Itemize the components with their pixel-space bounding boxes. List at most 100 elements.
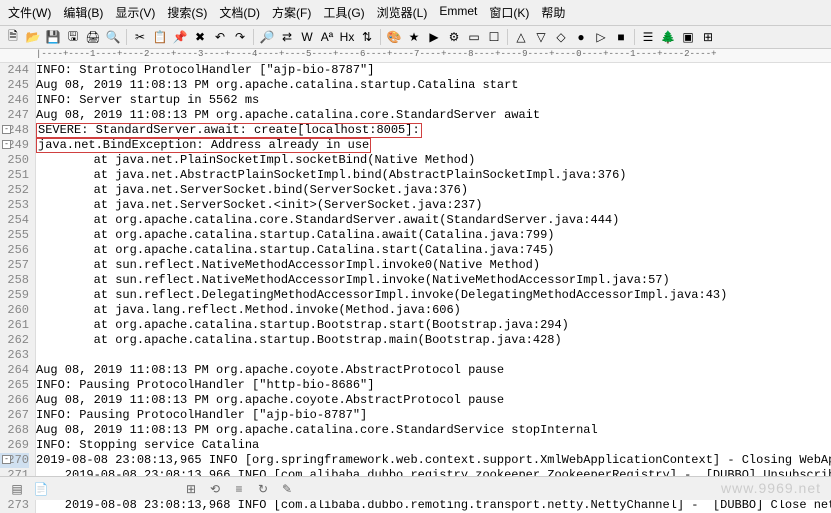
compare-icon[interactable]: ⇅ (358, 28, 376, 46)
line-number: 254 (0, 213, 29, 228)
tree-icon[interactable]: 🌲 (659, 28, 677, 46)
word-icon[interactable]: W (298, 28, 316, 46)
status-bar: ▤ 📄 ⊞ ⟲ ≡ ↻ ✎ (0, 476, 831, 500)
stop-icon[interactable]: ■ (612, 28, 630, 46)
code-line[interactable]: at sun.reflect.NativeMethodAccessorImpl.… (36, 273, 831, 288)
line-number: 257 (0, 258, 29, 273)
print-icon[interactable]: 🖨 (84, 28, 102, 46)
open-icon[interactable]: 📂 (24, 28, 42, 46)
line-number: 244 (0, 63, 29, 78)
menu-project[interactable]: 方案(F) (268, 2, 315, 23)
code-line[interactable]: at java.lang.reflect.Method.invoke(Metho… (36, 303, 831, 318)
line-number: 268 (0, 423, 29, 438)
status-file-icon[interactable]: ▤ (8, 480, 26, 498)
line-number: 251 (0, 168, 29, 183)
menu-docs[interactable]: 文档(D) (215, 2, 264, 23)
status-refresh-icon[interactable]: ↻ (254, 480, 272, 498)
code-line[interactable]: Aug 08, 2019 11:08:13 PM org.apache.cata… (36, 423, 831, 438)
fold-toggle[interactable]: - (2, 140, 11, 149)
saveall-icon[interactable]: 🖫 (64, 28, 82, 46)
code-content[interactable]: INFO: Starting ProtocolHandler ["ajp-bio… (36, 63, 831, 513)
paste-icon[interactable]: 📌 (171, 28, 189, 46)
code-line[interactable]: at java.net.ServerSocket.<init>(ServerSo… (36, 198, 831, 213)
fold-toggle[interactable]: - (2, 125, 11, 134)
preview-icon[interactable]: 🔍 (104, 28, 122, 46)
text-icon[interactable]: Aª (318, 28, 336, 46)
code-line[interactable]: INFO: Pausing ProtocolHandler ["http-bio… (36, 378, 831, 393)
line-number: 249- (0, 138, 29, 153)
code-line[interactable]: at java.net.AbstractPlainSocketImpl.bind… (36, 168, 831, 183)
menu-file[interactable]: 文件(W) (4, 2, 55, 23)
status-pen-icon[interactable]: ✎ (278, 480, 296, 498)
toggle-icon[interactable]: ☐ (485, 28, 503, 46)
code-line[interactable]: java.net.BindException: Address already … (36, 138, 831, 153)
editor-area[interactable]: 244245246247248-249-25025125225325425525… (0, 63, 831, 513)
list-icon[interactable]: ☰ (639, 28, 657, 46)
build-icon[interactable]: ⚙ (445, 28, 463, 46)
menu-search[interactable]: 搜索(S) (163, 2, 211, 23)
b-icon[interactable]: ▽ (532, 28, 550, 46)
redo-icon[interactable]: ↷ (231, 28, 249, 46)
code-line[interactable]: at org.apache.catalina.startup.Bootstrap… (36, 318, 831, 333)
code-line[interactable]: INFO: Pausing ProtocolHandler ["ajp-bio-… (36, 408, 831, 423)
menu-help[interactable]: 帮助 (537, 2, 569, 23)
line-number: 256 (0, 243, 29, 258)
cut-icon[interactable]: ✂ (131, 28, 149, 46)
bookmark-icon[interactable]: ★ (405, 28, 423, 46)
term-icon[interactable]: ▣ (679, 28, 697, 46)
status-list-icon[interactable]: ≡ (230, 480, 248, 498)
fold-toggle[interactable]: - (2, 455, 11, 464)
line-number: 270- (0, 453, 29, 468)
line-number: 260 (0, 303, 29, 318)
menu-browser[interactable]: 浏览器(L) (373, 2, 432, 23)
color-icon[interactable]: 🎨 (385, 28, 403, 46)
status-link-icon[interactable]: ⟲ (206, 480, 224, 498)
c-icon[interactable]: ◇ (552, 28, 570, 46)
code-line[interactable]: at org.apache.catalina.startup.Catalina.… (36, 228, 831, 243)
new-icon[interactable]: 🗎 (4, 28, 22, 46)
line-number: 263 (0, 348, 29, 363)
find-icon[interactable]: 🔎 (258, 28, 276, 46)
delete-icon[interactable]: ✖ (191, 28, 209, 46)
copy-icon[interactable]: 📋 (151, 28, 169, 46)
code-line[interactable]: Aug 08, 2019 11:08:13 PM org.apache.coyo… (36, 363, 831, 378)
line-number: 247 (0, 108, 29, 123)
code-line[interactable]: at sun.reflect.NativeMethodAccessorImpl.… (36, 258, 831, 273)
code-line[interactable]: at org.apache.catalina.core.StandardServ… (36, 213, 831, 228)
watermark: www.9969.net (721, 480, 821, 496)
code-line[interactable]: 2019-08-08 23:08:13,968 INFO [com.alibab… (36, 498, 831, 513)
macro-icon[interactable]: ● (572, 28, 590, 46)
code-line[interactable]: at java.net.PlainSocketImpl.socketBind(N… (36, 153, 831, 168)
menu-window[interactable]: 窗口(K) (485, 2, 533, 23)
menu-edit[interactable]: 编辑(B) (59, 2, 107, 23)
code-line[interactable]: at sun.reflect.DelegatingMethodAccessorI… (36, 288, 831, 303)
code-line[interactable]: INFO: Starting ProtocolHandler ["ajp-bio… (36, 63, 831, 78)
split-icon[interactable]: ⊞ (699, 28, 717, 46)
status-doc-icon[interactable]: 📄 (32, 480, 50, 498)
code-line[interactable]: 2019-08-08 23:08:13,965 INFO [org.spring… (36, 453, 831, 468)
save-icon[interactable]: 💾 (44, 28, 62, 46)
code-line[interactable]: Aug 08, 2019 11:08:13 PM org.apache.coyo… (36, 393, 831, 408)
undo-icon[interactable]: ↶ (211, 28, 229, 46)
code-line[interactable]: INFO: Stopping service Catalina (36, 438, 831, 453)
code-line[interactable]: at org.apache.catalina.startup.Catalina.… (36, 243, 831, 258)
status-fold-icon[interactable]: ⊞ (182, 480, 200, 498)
menu-view[interactable]: 显示(V) (111, 2, 159, 23)
code-line[interactable]: INFO: Server startup in 5562 ms (36, 93, 831, 108)
a-icon[interactable]: △ (512, 28, 530, 46)
menu-tools[interactable]: 工具(G) (319, 2, 368, 23)
menu-emmet[interactable]: Emmet (435, 2, 481, 23)
code-line[interactable] (36, 348, 831, 363)
line-number: 250 (0, 153, 29, 168)
code-line[interactable]: Aug 08, 2019 11:08:13 PM org.apache.cata… (36, 108, 831, 123)
run-icon[interactable]: ▶ (425, 28, 443, 46)
code-line[interactable]: at java.net.ServerSocket.bind(ServerSock… (36, 183, 831, 198)
line-number: 252 (0, 183, 29, 198)
hex-icon[interactable]: Hx (338, 28, 356, 46)
code-line[interactable]: Aug 08, 2019 11:08:13 PM org.apache.cata… (36, 78, 831, 93)
play-icon[interactable]: ▷ (592, 28, 610, 46)
code-line[interactable]: at org.apache.catalina.startup.Bootstrap… (36, 333, 831, 348)
code-line[interactable]: SEVERE: StandardServer.await: create[loc… (36, 123, 831, 138)
rect-icon[interactable]: ▭ (465, 28, 483, 46)
replace-icon[interactable]: ⇄ (278, 28, 296, 46)
